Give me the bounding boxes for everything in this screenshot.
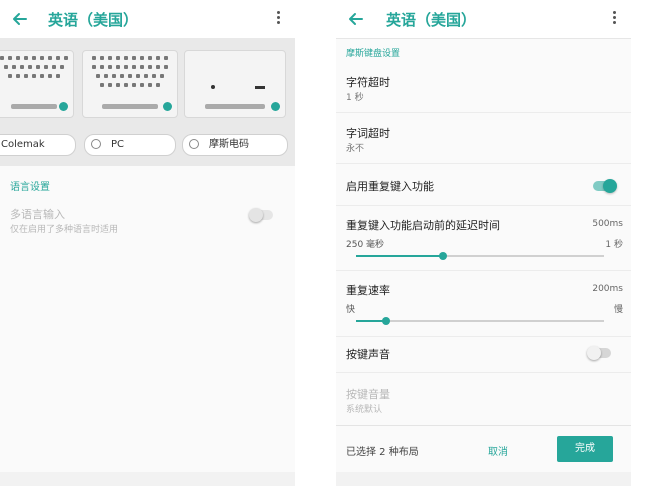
repeat-delay-min-label: 250 毫秒 bbox=[346, 240, 385, 250]
layout-option-morse[interactable]: 摩斯电码 bbox=[182, 134, 288, 156]
done-button[interactable]: 完成 bbox=[557, 436, 613, 462]
more-options-icon[interactable] bbox=[613, 11, 617, 27]
repeat-enable-toggle[interactable] bbox=[593, 179, 617, 193]
slider-thumb[interactable] bbox=[438, 252, 447, 260]
selected-layouts-count: 已选择 2 种布局 bbox=[346, 447, 419, 458]
repeat-enable-title: 启用重复键入功能 bbox=[346, 180, 434, 193]
multilang-subtitle: 仅在启用了多种语言时适用 bbox=[10, 225, 119, 235]
repeat-rate-slider[interactable] bbox=[356, 317, 604, 325]
app-bar: 英语（美国） bbox=[336, 0, 631, 39]
keyboard-preview-morse[interactable] bbox=[184, 50, 286, 118]
key-sound-toggle[interactable] bbox=[587, 346, 611, 360]
bottom-action-bar: 已选择 2 种布局 取消 完成 bbox=[336, 425, 631, 472]
repeat-rate-max-label: 慢 bbox=[613, 305, 623, 315]
key-volume-value: 系统默认 bbox=[346, 405, 383, 415]
app-bar: 英语（美国） bbox=[0, 0, 295, 39]
radio-icon[interactable] bbox=[189, 139, 199, 149]
layout-option-label: 摩斯电码 bbox=[209, 139, 249, 150]
radio-icon[interactable] bbox=[91, 139, 101, 149]
repeat-delay-value: 500ms bbox=[592, 219, 623, 229]
left-screen: 英语（美国） Colemak PC 摩斯电码 语言设置 多语言输入 仅在启用了多… bbox=[0, 0, 295, 486]
repeat-rate-title: 重复速率 bbox=[346, 284, 390, 297]
layout-option-label: Colemak bbox=[1, 139, 45, 150]
slider-fill bbox=[356, 255, 443, 257]
key-volume-title: 按键音量 bbox=[346, 388, 390, 401]
page-title: 英语（美国） bbox=[48, 11, 139, 29]
back-arrow-icon[interactable] bbox=[346, 9, 366, 29]
section-header-language: 语言设置 bbox=[10, 182, 50, 193]
layout-option-pc[interactable]: PC bbox=[84, 134, 176, 156]
system-nav-bar bbox=[336, 472, 631, 486]
multilang-title: 多语言输入 bbox=[10, 208, 65, 221]
char-timeout-value: 1 秒 bbox=[346, 93, 364, 103]
repeat-delay-title: 重复键入功能启动前的延迟时间 bbox=[346, 219, 500, 232]
repeat-rate-value: 200ms bbox=[592, 284, 623, 294]
keyboard-preview-colemak[interactable] bbox=[0, 50, 74, 118]
layout-option-label: PC bbox=[111, 139, 125, 150]
layout-option-colemak[interactable]: Colemak bbox=[0, 134, 76, 156]
word-timeout-title: 字词超时 bbox=[346, 127, 390, 140]
multilang-toggle[interactable] bbox=[249, 208, 273, 222]
page-title: 英语（美国） bbox=[386, 11, 477, 29]
keyboard-preview-pc[interactable] bbox=[82, 50, 178, 118]
repeat-delay-slider[interactable] bbox=[356, 252, 604, 260]
section-header-morse: 摩斯键盘设置 bbox=[346, 49, 401, 59]
repeat-delay-max-label: 1 秒 bbox=[605, 240, 623, 250]
back-arrow-icon[interactable] bbox=[10, 9, 30, 29]
repeat-rate-min-label: 快 bbox=[346, 305, 356, 315]
cancel-button[interactable]: 取消 bbox=[488, 443, 508, 458]
right-screen: 英语（美国） 摩斯键盘设置 字符超时 1 秒 字词超时 永不 启用重复键入功能 … bbox=[336, 0, 631, 486]
system-nav-bar bbox=[0, 472, 295, 486]
char-timeout-title: 字符超时 bbox=[346, 76, 390, 89]
slider-thumb[interactable] bbox=[381, 317, 390, 325]
more-options-icon[interactable] bbox=[277, 11, 281, 27]
layout-previews: Colemak PC 摩斯电码 bbox=[0, 38, 295, 166]
word-timeout-value: 永不 bbox=[346, 144, 365, 154]
key-sound-title: 按键声音 bbox=[346, 348, 390, 361]
